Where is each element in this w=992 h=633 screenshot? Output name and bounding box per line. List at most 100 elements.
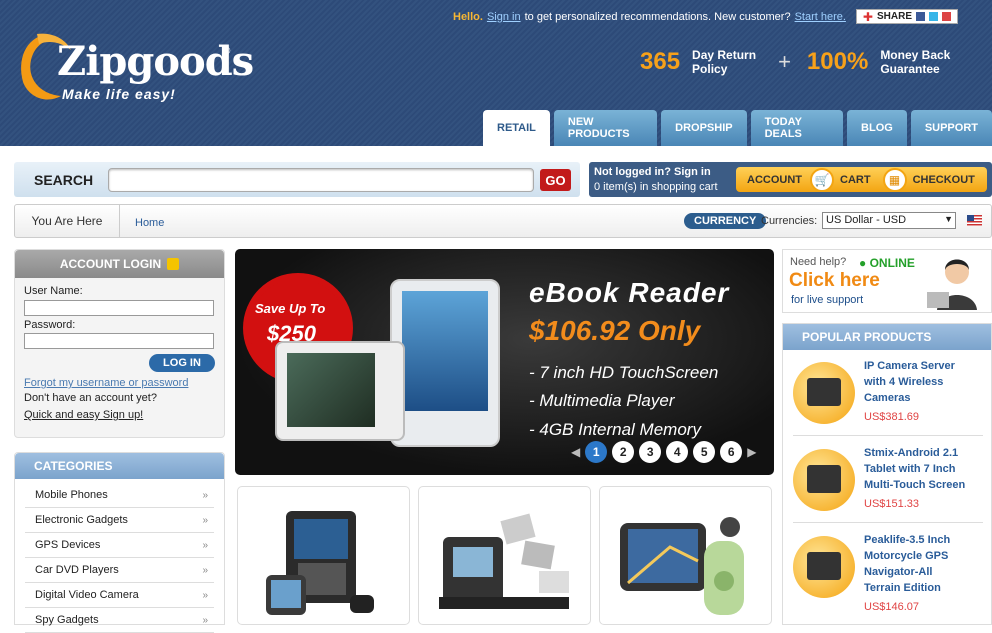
signup-link[interactable]: Quick and easy Sign up! bbox=[24, 409, 143, 421]
popular-product-item[interactable]: IP Camera Server with 4 Wireless Cameras… bbox=[793, 350, 983, 436]
account-login-header: ACCOUNT LOGIN bbox=[15, 250, 224, 278]
search-bar: SEARCH GO bbox=[14, 162, 580, 197]
chevron-right-icon: » bbox=[202, 589, 208, 601]
tab-blog[interactable]: BLOG bbox=[847, 110, 907, 146]
search-input[interactable] bbox=[108, 168, 534, 192]
us-flag-icon bbox=[967, 215, 982, 226]
product-thumbnail bbox=[793, 536, 855, 598]
breadcrumb-home-link[interactable]: Home bbox=[135, 217, 164, 229]
password-field[interactable] bbox=[24, 333, 214, 349]
account-bar: Not logged in? Sign in 0 item(s) in shop… bbox=[589, 162, 992, 197]
live-support-box[interactable]: Need help? ● ONLINE Click here for live … bbox=[782, 249, 992, 313]
category-item[interactable]: Spy Gadgets » bbox=[25, 608, 214, 633]
tab-dropship[interactable]: DROPSHIP bbox=[661, 110, 747, 146]
category-item[interactable]: Digital Video Camera » bbox=[25, 583, 214, 608]
username-field[interactable] bbox=[24, 300, 214, 316]
logo-registered: ® bbox=[223, 46, 231, 57]
tab-new-products[interactable]: NEW PRODUCTS bbox=[553, 110, 658, 146]
start-here-link[interactable]: Start here. bbox=[795, 11, 846, 23]
banner-feature: - 7 inch HD TouchScreen bbox=[529, 363, 719, 382]
share-plus-icon: ✚ bbox=[862, 9, 873, 24]
money-back-text-2: Guarantee bbox=[880, 62, 940, 76]
login-status: Not logged in? Sign in 0 item(s) in shop… bbox=[594, 165, 718, 195]
password-label: Password: bbox=[24, 319, 76, 331]
tab-support[interactable]: SUPPORT bbox=[910, 110, 992, 146]
category-label: Spy Gadgets bbox=[35, 614, 99, 626]
product-price: US$381.69 bbox=[864, 411, 920, 423]
next-arrow-icon[interactable]: ▶ bbox=[747, 445, 756, 459]
page-dot[interactable]: 1 bbox=[585, 441, 608, 463]
tab-retail[interactable]: RETAIL bbox=[483, 110, 550, 146]
product-price: US$146.07 bbox=[864, 601, 920, 613]
category-label: Digital Video Camera bbox=[35, 589, 139, 601]
product-name[interactable]: IP Camera Server with 4 Wireless Cameras bbox=[864, 358, 955, 406]
zipgoods-logo[interactable]: Zipgoods ® Make life easy! bbox=[17, 30, 254, 110]
return-text-1: Day Return bbox=[692, 48, 757, 62]
page-dot[interactable]: 6 bbox=[720, 441, 743, 463]
film-scanner-image bbox=[439, 513, 569, 609]
cart-icon: 🛒 bbox=[810, 167, 834, 192]
search-label: SEARCH bbox=[34, 172, 94, 188]
chevron-right-icon: » bbox=[202, 514, 208, 526]
signin-link[interactable]: Sign in bbox=[487, 11, 521, 23]
search-go-button[interactable]: GO bbox=[540, 169, 571, 191]
gps-navigator-image bbox=[620, 517, 744, 615]
top-bar: Hello. Sign in to get personalized recom… bbox=[453, 9, 958, 24]
product-box[interactable] bbox=[418, 486, 591, 625]
product-name[interactable]: Stmix-Android 2.1 Tablet with 7 Inch Mul… bbox=[864, 445, 965, 493]
category-item[interactable]: Mobile Phones » bbox=[25, 483, 214, 508]
account-button[interactable]: ACCOUNT bbox=[747, 174, 802, 186]
tab-today-deals[interactable]: TODAY DEALS bbox=[750, 110, 844, 146]
product-thumbnail bbox=[793, 362, 855, 424]
popular-products-header: POPULAR PRODUCTS bbox=[783, 324, 991, 350]
return-policy-text: Day Return Policy bbox=[692, 48, 756, 76]
phone-watch-image bbox=[266, 511, 374, 615]
page-dot[interactable]: 3 bbox=[639, 441, 662, 463]
click-here-link[interactable]: Click here bbox=[789, 270, 880, 292]
cart-count-text: 0 item(s) in shopping cart bbox=[594, 181, 718, 193]
product-box[interactable] bbox=[237, 486, 410, 625]
popular-product-item[interactable]: Stmix-Android 2.1 Tablet with 7 Inch Mul… bbox=[793, 437, 983, 523]
checkout-button[interactable]: CHECKOUT bbox=[913, 174, 975, 186]
chevron-down-icon: ▼ bbox=[944, 214, 953, 224]
prev-arrow-icon[interactable]: ◀ bbox=[571, 445, 580, 459]
account-buttons: ACCOUNT 🛒 CART ▦ CHECKOUT bbox=[736, 167, 987, 192]
currency-select[interactable]: US Dollar - USD ▼ bbox=[822, 212, 956, 229]
online-label: ONLINE bbox=[869, 256, 915, 270]
banner-pagination: ◀ 1 2 3 4 5 6 ▶ bbox=[571, 441, 756, 463]
product-box[interactable] bbox=[599, 486, 772, 625]
category-item[interactable]: Electronic Gadgets » bbox=[25, 508, 214, 533]
chevron-right-icon: » bbox=[202, 489, 208, 501]
chevron-right-icon: » bbox=[202, 539, 208, 551]
chevron-right-icon: » bbox=[202, 564, 208, 576]
page-dot[interactable]: 4 bbox=[666, 441, 689, 463]
promo-plus: + bbox=[778, 49, 791, 74]
product-price: US$151.33 bbox=[864, 498, 920, 510]
currencies-label: Currencies: bbox=[761, 215, 818, 227]
ebook-reader-banner[interactable]: Save Up To $250 eBook Reader $106.92 Onl… bbox=[235, 249, 774, 475]
account-login-title: ACCOUNT LOGIN bbox=[59, 257, 162, 271]
money-back-text: Money Back Guarantee bbox=[880, 48, 950, 76]
breadcrumb-bar: You Are Here Home CURRENCY Currencies: U… bbox=[14, 204, 992, 238]
not-logged-in-text[interactable]: Not logged in? Sign in bbox=[594, 165, 718, 180]
category-item[interactable]: Car DVD Players » bbox=[25, 558, 214, 583]
email-icon bbox=[942, 12, 951, 21]
site-header: Hello. Sign in to get personalized recom… bbox=[0, 0, 992, 146]
category-item[interactable]: GPS Devices » bbox=[25, 533, 214, 558]
cart-button[interactable]: CART bbox=[840, 174, 871, 186]
product-name[interactable]: Peaklife-3.5 Inch Motorcycle GPS Navigat… bbox=[864, 532, 950, 596]
online-dot-icon: ● bbox=[859, 256, 867, 270]
page-dot[interactable]: 5 bbox=[693, 441, 716, 463]
save-up-to-text: Save Up To bbox=[255, 301, 326, 316]
checkout-icon: ▦ bbox=[882, 167, 907, 192]
banner-feature: - Multimedia Player bbox=[529, 391, 675, 410]
popular-product-item[interactable]: Peaklife-3.5 Inch Motorcycle GPS Navigat… bbox=[793, 524, 983, 613]
return-text-2: Policy bbox=[692, 62, 728, 76]
currency-badge: CURRENCY bbox=[684, 213, 767, 229]
share-button[interactable]: ✚ SHARE bbox=[855, 9, 958, 24]
forgot-password-link[interactable]: Forgot my username or password bbox=[24, 377, 188, 389]
page-dot[interactable]: 2 bbox=[612, 441, 635, 463]
log-in-button[interactable]: LOG IN bbox=[149, 354, 215, 372]
return-days: 365 bbox=[640, 48, 681, 75]
banner-price: $106.92 Only bbox=[529, 315, 701, 346]
